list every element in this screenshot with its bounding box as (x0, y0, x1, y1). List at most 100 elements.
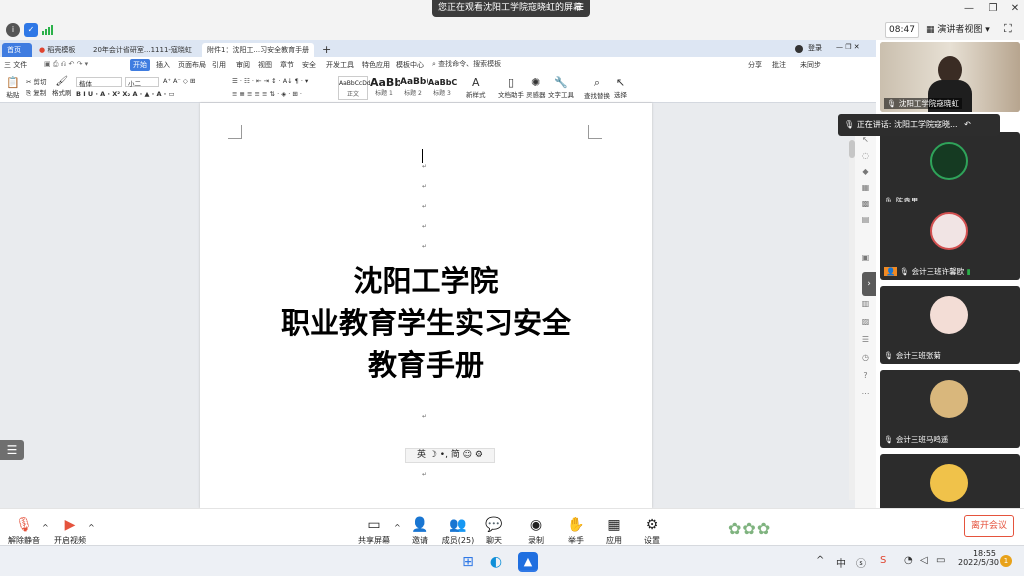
participant-tile[interactable] (880, 454, 1020, 508)
format-painter-button[interactable]: 🖌 格式刷 (52, 76, 72, 97)
fill-icon[interactable]: ◆ (860, 166, 871, 177)
undo-icon[interactable]: ↶ (964, 120, 971, 129)
menu-sync[interactable]: 未同步 (800, 59, 821, 71)
command-search[interactable]: ⌕ 查找命令、搜索模板 (432, 59, 501, 69)
style-heading-2-sample: AaBb( (400, 77, 431, 87)
edge-browser-icon[interactable]: ◐ (486, 552, 506, 572)
restore-icon[interactable]: ❐ (986, 2, 1000, 16)
windows-start-icon[interactable]: ⊞ (458, 552, 478, 572)
new-tab-icon[interactable]: + (322, 43, 331, 56)
menu-comment[interactable]: 批注 (772, 59, 786, 71)
unmute-button[interactable]: 🎙 解除静音 (0, 517, 48, 546)
minimize-icon[interactable]: — (962, 2, 976, 16)
new-style-label: 新样式 (466, 91, 486, 99)
style-normal[interactable]: AaBbCcDd 正文 (338, 76, 371, 100)
collapse-panel-icon[interactable]: › (862, 272, 876, 296)
input-method-icon[interactable]: ⓢ (856, 555, 866, 570)
menu-features[interactable]: 特色应用 (362, 59, 390, 71)
select-button[interactable]: ↖ 选择 (614, 76, 627, 99)
style-icon[interactable]: ◌ (860, 150, 871, 161)
start-video-button[interactable]: ▶ 开启视频 (46, 517, 94, 546)
ime-toolbar[interactable]: 英 ☽ •, 简 ☺ ⚙ (405, 448, 495, 463)
volume-icon[interactable]: ◁ (920, 555, 928, 566)
chat-button[interactable]: 💬 聊天 (470, 517, 518, 546)
share-screen-button[interactable]: ▭ 共享屏幕 (350, 517, 398, 546)
layout-icon[interactable]: ▥ (860, 298, 871, 309)
fullscreen-icon[interactable]: ⛶ (1004, 22, 1018, 36)
font-format-icons[interactable]: B I U · A · X² X₂ A · ▲ · A · ▭ (76, 90, 175, 98)
menu-references[interactable]: 引用 (212, 59, 226, 71)
chart-icon[interactable]: ▤ (860, 214, 871, 225)
menu-review[interactable]: 审阅 (236, 59, 250, 71)
wifi-icon[interactable]: ◔ (904, 555, 913, 566)
style-heading-1[interactable]: AaBb 标题 1 (370, 76, 402, 100)
image-icon[interactable]: ▨ (860, 316, 871, 327)
participant-tile[interactable]: 🎙 陈鑫男 (880, 132, 1020, 210)
align-icons[interactable]: ≡ ≣ ≡ ≡ ≡ ⇅ · ◈ · ⊞ · (232, 90, 302, 98)
meeting-app-icon[interactable]: ▲ (518, 552, 538, 572)
window-controls[interactable]: — ❐ ✕ (836, 43, 860, 51)
participant-tile[interactable]: 🎙 会计三班马鸣遥 (880, 370, 1020, 448)
user-label[interactable]: 登录 (808, 43, 822, 53)
menu-layout[interactable]: 页面布局 (178, 59, 206, 71)
quick-access-icons[interactable]: ▣ ⎙ ⎌ ↶ ↷ ▾ (44, 60, 88, 69)
list-icon[interactable]: ☰ (860, 334, 871, 345)
menu-chapter[interactable]: 章节 (280, 59, 294, 71)
notification-badge[interactable]: 1 (1000, 555, 1012, 567)
leave-meeting-button[interactable]: 离开会议 (964, 515, 1014, 537)
save-icon[interactable]: ▣ (860, 252, 871, 263)
menu-template-center[interactable]: 模板中心 (396, 59, 424, 71)
new-style-button[interactable]: A 新样式 (466, 76, 486, 99)
cut-button[interactable]: ✂ 剪切 (26, 76, 47, 86)
ai-polish-button[interactable]: ✺ 灵感器 (526, 76, 546, 99)
meeting-toolbar: 🎙 解除静音 ^ ▶ 开启视频 ^ ▭ 共享屏幕 ^ 👤 邀请 👥 成员(25)… (0, 508, 1024, 545)
tab-home[interactable]: 首页 (2, 43, 32, 57)
style-heading-2[interactable]: AaBb( 标题 2 (400, 76, 431, 100)
find-replace-button[interactable]: ⌕ 查找替换 (584, 76, 610, 100)
text-tools-button[interactable]: 🔧 文字工具 (548, 76, 574, 99)
avatar[interactable] (795, 45, 803, 53)
chevron-up-icon[interactable]: ^ (88, 523, 95, 532)
info-icon[interactable]: i (6, 23, 20, 37)
shield-icon[interactable]: ✓ (24, 23, 38, 37)
menu-view[interactable]: 视图 (258, 59, 272, 71)
font-name-select[interactable]: 楷体 (76, 77, 122, 88)
menu-share[interactable]: 分享 (748, 59, 762, 71)
list-icons[interactable]: ☰ · ☷ · ⇤ ⇥ ↕ · A↓ ¶ · ▾ (232, 77, 308, 85)
menu-insert[interactable]: 插入 (156, 59, 170, 71)
menu-home[interactable]: 开始 (130, 59, 150, 71)
history-icon[interactable]: ◷ (860, 352, 871, 363)
font-size-select[interactable]: 小二 (125, 77, 159, 88)
language-indicator[interactable]: 中 (836, 555, 846, 570)
taskbar-clock[interactable]: 18:55 2022/5/30 (958, 549, 999, 567)
table-icon[interactable]: ▦ (860, 182, 871, 193)
view-mode-dropdown[interactable]: ▦ 演讲者视图 ▾ (926, 22, 996, 38)
battery-icon[interactable]: ▭ (936, 555, 945, 566)
reaction-clover-icon[interactable]: ✿✿✿ (728, 519, 771, 538)
copy-button[interactable]: ⎘ 复制 (26, 87, 46, 98)
font-grow-icons[interactable]: A⁺ A⁻ ◇ ⊞ (163, 77, 195, 85)
participant-tile[interactable]: 👤 🎙 会计三班许馨欧 ▮ (880, 202, 1020, 280)
menu-icon[interactable]: ☰ (570, 0, 584, 17)
close-icon[interactable]: ✕ (1008, 2, 1022, 16)
menu-security[interactable]: 安全 (302, 59, 316, 71)
tab-document-2[interactable]: 附件1：沈阳工...习安全教育手册 (202, 43, 314, 57)
doc-assistant-button[interactable]: ▯ 文档助手 (498, 76, 524, 99)
participant-tile[interactable]: 🎙 会计三班张菊 (880, 286, 1020, 364)
style-heading-3[interactable]: AaBbC 标题 3 (428, 76, 457, 100)
tab-document-1[interactable]: 20年会计省研室...1111-寇晓虹 (88, 43, 200, 57)
grid-icon[interactable]: ▩ (860, 198, 871, 209)
help-icon[interactable]: ? (860, 370, 871, 381)
settings-button[interactable]: ⚙ 设置 (628, 517, 676, 546)
list-toggle-icon[interactable]: ☰ (0, 440, 24, 460)
menu-file[interactable]: 三 文件 (4, 59, 27, 71)
wps-tray-icon[interactable]: S (880, 555, 886, 566)
chevron-up-icon[interactable]: ^ (816, 555, 824, 566)
participant-tile[interactable]: 🎙 沈阳工学院寇晓虹 (880, 42, 1020, 112)
more-icon[interactable]: ⋯ (860, 388, 871, 399)
signal-icon: ▮ (966, 267, 971, 276)
signal-icon[interactable] (42, 25, 54, 35)
menu-developer[interactable]: 开发工具 (326, 59, 354, 71)
tab-templates[interactable]: ● 稻壳模板 (34, 43, 86, 57)
paste-button[interactable]: 📋 粘贴 (6, 76, 20, 99)
